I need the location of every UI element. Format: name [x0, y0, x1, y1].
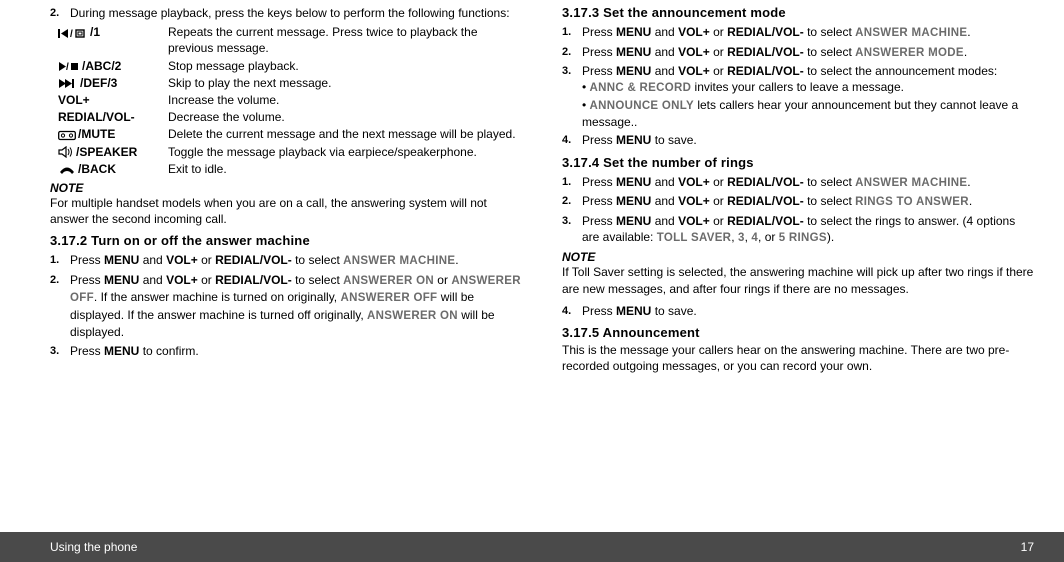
s3174-step4: 4. Press MENU to save. [562, 303, 1034, 319]
s3174-step1: 1. Press MENU and VOL+ or REDIAL/VOL- to… [562, 174, 1034, 192]
list-body: Press MENU to save. [582, 132, 1034, 148]
key-text: /MUTE [78, 126, 115, 142]
note-body: For multiple handset models when you are… [50, 195, 522, 227]
list-body: Press MENU and VOL+ or REDIAL/VOL- to se… [582, 174, 1034, 192]
section-3173-heading: 3.17.3 Set the announcement mode [562, 5, 1034, 20]
right-column: 3.17.3 Set the announcement mode 1. Pres… [562, 5, 1034, 508]
key-text: /DEF/3 [80, 75, 117, 91]
list-body: During message playback, press the keys … [70, 5, 522, 21]
section-3175-heading: 3.17.5 Announcement [562, 325, 1034, 340]
footer-page-number: 17 [1021, 540, 1034, 554]
bullet-annc-record: • ANNC & RECORD invites your callers to … [582, 79, 1034, 97]
key-row-mute: /MUTE Delete the current message and the… [58, 126, 522, 142]
s3172-step1: 1. Press MENU and VOL+ or REDIAL/VOL- to… [50, 252, 522, 270]
key-desc: Stop message playback. [168, 58, 522, 74]
list-body: Press MENU and VOL+ or REDIAL/VOL- to se… [582, 213, 1034, 247]
list-number: 3. [50, 343, 70, 359]
key-row-back: /BACK Exit to idle. [58, 161, 522, 177]
key-row-stop: / /ABC/2 Stop message playback. [58, 58, 522, 74]
s3172-step2: 2. Press MENU and VOL+ or REDIAL/VOL- to… [50, 272, 522, 341]
s3173-step1: 1. Press MENU and VOL+ or REDIAL/VOL- to… [562, 24, 1034, 42]
list-number: 4. [562, 303, 582, 319]
list-body: Press MENU and VOL+ or REDIAL/VOL- to se… [582, 193, 1034, 211]
key-desc: Decrease the volume. [168, 109, 522, 125]
s3173-step2: 2. Press MENU and VOL+ or REDIAL/VOL- to… [562, 44, 1034, 62]
list-number: 2. [562, 44, 582, 62]
key-table: / /1 Repeats the current message. Press … [58, 24, 522, 177]
s3175-body: This is the message your callers hear on… [562, 342, 1034, 374]
key-label: /BACK [58, 161, 168, 177]
svg-text:/: / [70, 29, 73, 39]
list-body: Press MENU and VOL+ or REDIAL/VOL- to se… [582, 24, 1034, 42]
key-text: /1 [90, 24, 100, 40]
page-footer: Using the phone 17 [0, 532, 1064, 562]
key-label: /SPEAKER [58, 144, 168, 160]
s3173-step4: 4. Press MENU to save. [562, 132, 1034, 148]
list-number: 3. [562, 63, 582, 130]
note-heading: NOTE [50, 181, 522, 195]
key-label: REDIAL/VOL- [58, 109, 168, 125]
key-row-voldown: REDIAL/VOL- Decrease the volume. [58, 109, 522, 125]
key-label: VOL+ [58, 92, 168, 108]
tape-icon [58, 126, 76, 142]
list-number: 2. [562, 193, 582, 211]
list-body: Press MENU to save. [582, 303, 1034, 319]
key-text: /BACK [78, 161, 116, 177]
list-number: 4. [562, 132, 582, 148]
key-label: /DEF/3 [58, 75, 168, 91]
list-number: 2. [50, 5, 70, 21]
playback-intro: 2. During message playback, press the ke… [50, 5, 522, 21]
next-icon [58, 75, 78, 91]
key-desc: Exit to idle. [168, 161, 522, 177]
section-3174-heading: 3.17.4 Set the number of rings [562, 155, 1034, 170]
hangup-icon [58, 161, 76, 177]
key-desc: Toggle the message playback via earpiece… [168, 144, 522, 160]
list-body: Press MENU to confirm. [70, 343, 522, 359]
list-body: Press MENU and VOL+ or REDIAL/VOL- to se… [582, 44, 1034, 62]
note-heading: NOTE [562, 250, 1034, 264]
key-label: /MUTE [58, 126, 168, 142]
s3174-step2: 2. Press MENU and VOL+ or REDIAL/VOL- to… [562, 193, 1034, 211]
bullet-announce-only: • ANNOUNCE ONLY lets callers hear your a… [582, 97, 1034, 131]
s3173-step3: 3. Press MENU and VOL+ or REDIAL/VOL- to… [562, 63, 1034, 130]
list-number: 3. [562, 213, 582, 247]
left-column: 2. During message playback, press the ke… [50, 5, 522, 508]
key-row-skip: /DEF/3 Skip to play the next message. [58, 75, 522, 91]
key-text: /SPEAKER [76, 144, 137, 160]
prev-pause-icon: / [58, 24, 88, 40]
key-row-repeat: / /1 Repeats the current message. Press … [58, 24, 522, 56]
key-label: / /1 [58, 24, 168, 56]
s3172-step3: 3. Press MENU to confirm. [50, 343, 522, 359]
s3174-step3: 3. Press MENU and VOL+ or REDIAL/VOL- to… [562, 213, 1034, 247]
key-text: /ABC/2 [82, 58, 121, 74]
key-desc: Delete the current message and the next … [168, 126, 522, 142]
speaker-icon [58, 144, 74, 160]
list-body: Press MENU and VOL+ or REDIAL/VOL- to se… [70, 272, 522, 341]
svg-text:/: / [66, 62, 69, 72]
list-body: Press MENU and VOL+ or REDIAL/VOL- to se… [582, 63, 1034, 130]
key-row-volup: VOL+ Increase the volume. [58, 92, 522, 108]
list-number: 1. [562, 24, 582, 42]
footer-title: Using the phone [50, 540, 137, 554]
list-body: Press MENU and VOL+ or REDIAL/VOL- to se… [70, 252, 522, 270]
list-number: 1. [562, 174, 582, 192]
list-number: 1. [50, 252, 70, 270]
section-3172-heading: 3.17.2 Turn on or off the answer machine [50, 233, 522, 248]
list-number: 2. [50, 272, 70, 341]
note-body: If Toll Saver setting is selected, the a… [562, 264, 1034, 296]
play-stop-icon: / [58, 58, 80, 74]
key-desc: Increase the volume. [168, 92, 522, 108]
key-label: / /ABC/2 [58, 58, 168, 74]
key-desc: Skip to play the next message. [168, 75, 522, 91]
key-row-speaker: /SPEAKER Toggle the message playback via… [58, 144, 522, 160]
key-desc: Repeats the current message. Press twice… [168, 24, 522, 56]
